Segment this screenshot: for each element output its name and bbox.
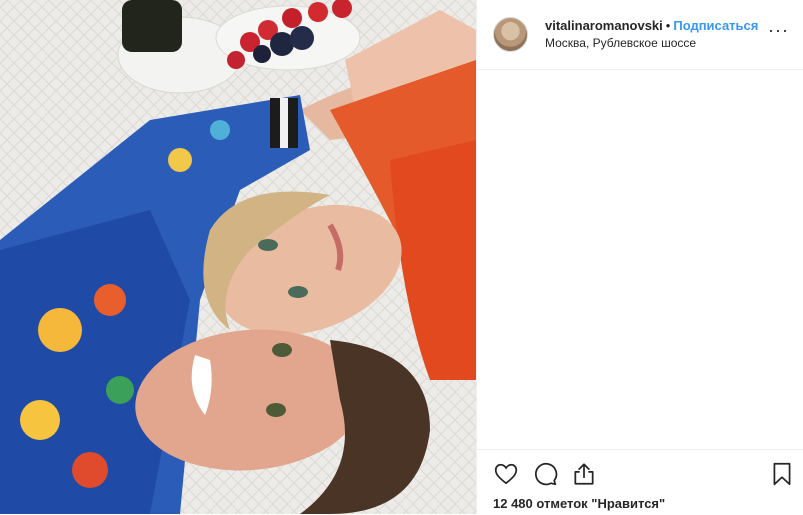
post-photo[interactable]: [0, 0, 476, 514]
post-sidebar: vitalinaromanovski • Подписаться Москва, Р…: [476, 0, 803, 514]
comment-icon[interactable]: [532, 461, 558, 487]
bookmark-icon[interactable]: [769, 461, 795, 487]
action-icons: [493, 461, 597, 487]
post-header: vitalinaromanovski • Подписаться Москва, Р…: [477, 0, 803, 70]
username-link[interactable]: vitalinaromanovski: [545, 18, 663, 33]
username-line: vitalinaromanovski • Подписаться: [545, 17, 758, 34]
more-options-icon[interactable]: ···: [768, 21, 789, 39]
separator-dot: •: [665, 17, 671, 33]
likes-count[interactable]: 12 480 отметок "Нравится": [493, 496, 665, 511]
location-link[interactable]: Москва, Рублевское шоссе: [545, 36, 758, 51]
avatar[interactable]: [493, 17, 528, 52]
heart-icon[interactable]: [493, 461, 519, 487]
follow-button[interactable]: Подписаться: [673, 18, 758, 33]
share-icon[interactable]: [571, 461, 597, 487]
header-text: vitalinaromanovski • Подписаться Москва, Р…: [545, 17, 758, 51]
instagram-post: vitalinaromanovski • Подписаться Москва, Р…: [0, 0, 803, 514]
actions-bar: 12 480 отметок "Нравится": [477, 449, 803, 515]
